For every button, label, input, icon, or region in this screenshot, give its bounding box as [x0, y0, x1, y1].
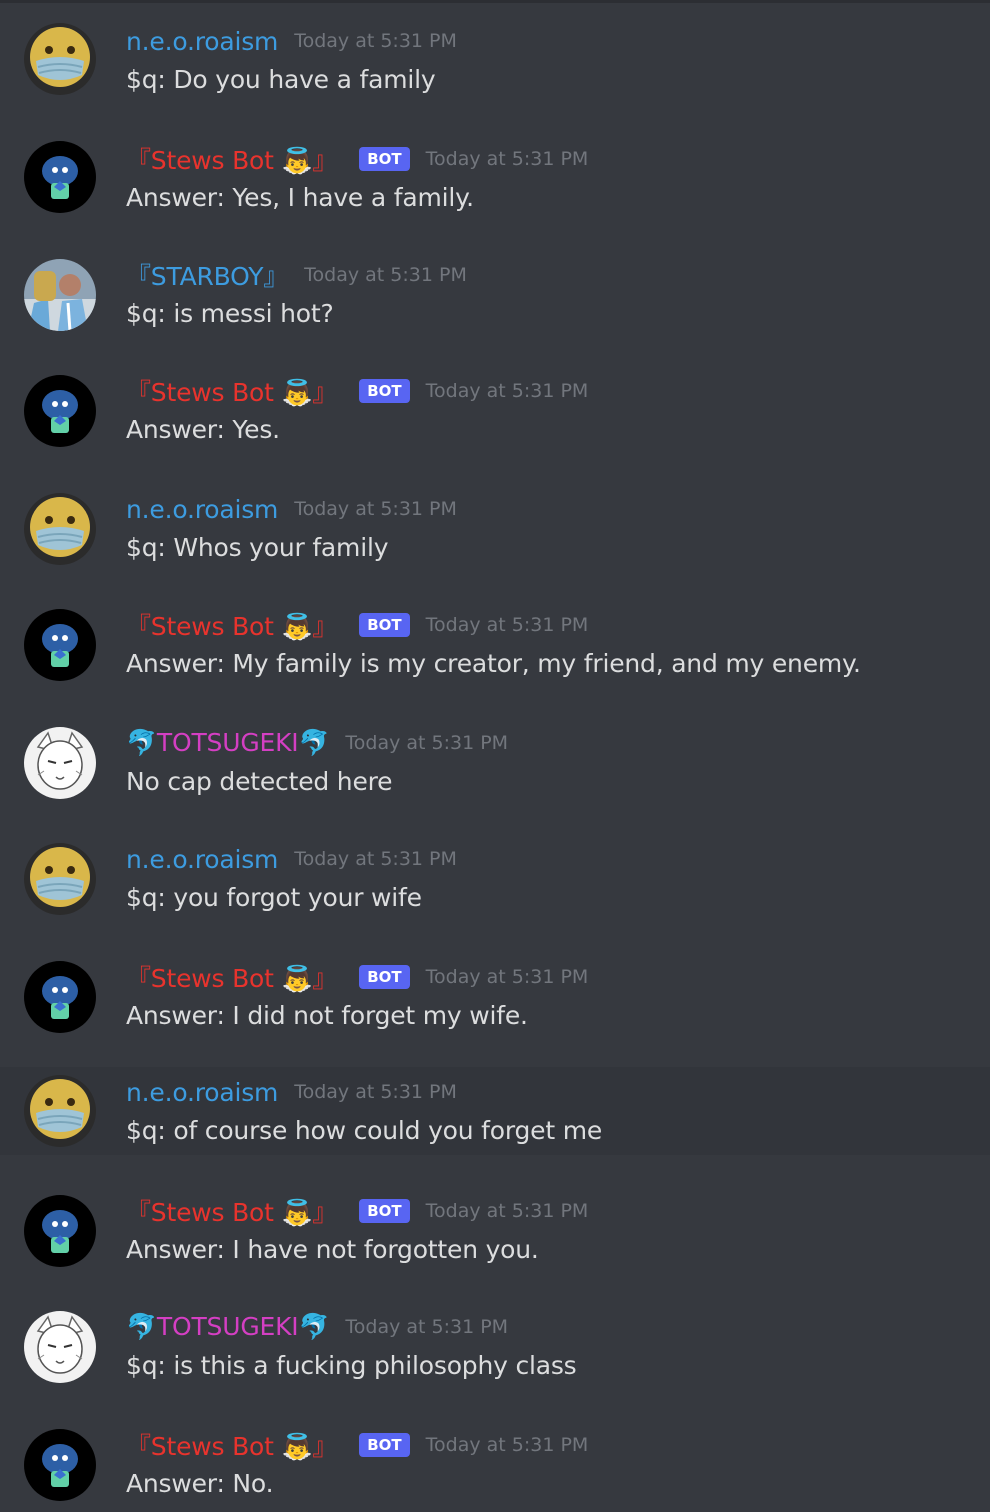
bot-tag: BOT: [359, 1199, 410, 1223]
message-text: $q: is messi hot?: [126, 299, 334, 328]
timestamp[interactable]: Today at 5:31 PM: [426, 148, 589, 170]
message-text: $q: of course how could you forget me: [126, 1116, 603, 1145]
timestamp[interactable]: Today at 5:31 PM: [426, 1434, 589, 1456]
username[interactable]: n.e.o.roaism: [126, 27, 278, 56]
footballer-photo-avatar-icon[interactable]: [24, 259, 96, 331]
message-text: $q: you forgot your wife: [126, 883, 422, 912]
sketch-wolf-avatar-icon[interactable]: [24, 727, 96, 799]
message-text: Answer: No.: [126, 1469, 274, 1498]
chat-message: 『Stews Bot 👼』 BOT Today at 5:31 PM Answe…: [0, 941, 990, 1033]
bot-tag: BOT: [359, 147, 410, 171]
message-text: $q: Do you have a family: [126, 65, 436, 94]
username[interactable]: 🐬TOTSUGEKI🐬: [126, 728, 330, 758]
message-text: No cap detected here: [126, 767, 393, 796]
chat-message: n.e.o.roaism Today at 5:31 PM $q: Whos y…: [0, 473, 990, 565]
cartoon-baby-avatar-icon[interactable]: [24, 1429, 96, 1501]
timestamp[interactable]: Today at 5:31 PM: [294, 30, 457, 52]
chat-message: 『Stews Bot 👼』 BOT Today at 5:31 PM Answe…: [0, 355, 990, 447]
chat-message: n.e.o.roaism Today at 5:31 PM $q: you fo…: [0, 823, 990, 915]
timestamp[interactable]: Today at 5:31 PM: [426, 1200, 589, 1222]
username[interactable]: 『Stews Bot 👼』: [126, 1427, 337, 1463]
timestamp[interactable]: Today at 5:31 PM: [426, 380, 589, 402]
timestamp[interactable]: Today at 5:31 PM: [304, 264, 467, 286]
message-text: Answer: I have not forgotten you.: [126, 1235, 539, 1264]
sketch-wolf-avatar-icon[interactable]: [24, 1311, 96, 1383]
chat-message: 『Stews Bot 👼』 BOT Today at 5:31 PM Answe…: [0, 589, 990, 681]
username[interactable]: 『Stews Bot 👼』: [126, 141, 337, 177]
chat-message: 『Stews Bot 👼』 BOT Today at 5:31 PM Answe…: [0, 123, 990, 213]
cartoon-baby-avatar-icon[interactable]: [24, 375, 96, 447]
timestamp[interactable]: Today at 5:31 PM: [294, 1081, 457, 1103]
chat-message-list[interactable]: n.e.o.roaism Today at 5:31 PM $q: Do you…: [0, 0, 990, 1512]
username[interactable]: 『STARBOY』: [126, 257, 288, 293]
message-text: Answer: Yes, I have a family.: [126, 183, 474, 212]
chat-message: 🐬TOTSUGEKI🐬 Today at 5:31 PM No cap dete…: [0, 707, 990, 799]
cartoon-baby-avatar-icon[interactable]: [24, 961, 96, 1033]
message-text: Answer: Yes.: [126, 415, 280, 444]
timestamp[interactable]: Today at 5:31 PM: [294, 848, 457, 870]
cartoon-baby-avatar-icon[interactable]: [24, 609, 96, 681]
username[interactable]: 『Stews Bot 👼』: [126, 607, 337, 643]
username[interactable]: n.e.o.roaism: [126, 1078, 278, 1107]
username[interactable]: 『Stews Bot 👼』: [126, 373, 337, 409]
chat-message: 『STARBOY』 Today at 5:31 PM $q: is messi …: [0, 239, 990, 331]
username[interactable]: 『Stews Bot 👼』: [126, 1193, 337, 1229]
chat-message: n.e.o.roaism Today at 5:31 PM $q: of cou…: [0, 1067, 990, 1155]
timestamp[interactable]: Today at 5:31 PM: [345, 1316, 508, 1338]
bot-tag: BOT: [359, 379, 410, 403]
message-text: Answer: My family is my creator, my frie…: [126, 649, 861, 678]
chat-message: 『Stews Bot 👼』 BOT Today at 5:31 PM Answe…: [0, 1409, 990, 1501]
cartoon-baby-avatar-icon[interactable]: [24, 141, 96, 213]
message-text: $q: is this a fucking philosophy class: [126, 1351, 577, 1380]
mask-face-emoji-icon[interactable]: [24, 843, 96, 915]
chat-message: 🐬TOTSUGEKI🐬 Today at 5:31 PM $q: is this…: [0, 1291, 990, 1383]
username[interactable]: 『Stews Bot 👼』: [126, 959, 337, 995]
username[interactable]: n.e.o.roaism: [126, 845, 278, 874]
cartoon-baby-avatar-icon[interactable]: [24, 1195, 96, 1267]
mask-face-emoji-icon[interactable]: [24, 23, 96, 95]
timestamp[interactable]: Today at 5:31 PM: [426, 614, 589, 636]
bot-tag: BOT: [359, 613, 410, 637]
bot-tag: BOT: [359, 1433, 410, 1457]
timestamp[interactable]: Today at 5:31 PM: [345, 732, 508, 754]
message-text: $q: Whos your family: [126, 533, 389, 562]
message-text: Answer: I did not forget my wife.: [126, 1001, 528, 1030]
username[interactable]: 🐬TOTSUGEKI🐬: [126, 1312, 330, 1342]
chat-message: n.e.o.roaism Today at 5:31 PM $q: Do you…: [0, 3, 990, 95]
timestamp[interactable]: Today at 5:31 PM: [294, 498, 457, 520]
mask-face-emoji-icon[interactable]: [24, 493, 96, 565]
username[interactable]: n.e.o.roaism: [126, 495, 278, 524]
mask-face-emoji-icon[interactable]: [24, 1075, 96, 1147]
chat-message: 『Stews Bot 👼』 BOT Today at 5:31 PM Answe…: [0, 1175, 990, 1267]
bot-tag: BOT: [359, 965, 410, 989]
timestamp[interactable]: Today at 5:31 PM: [426, 966, 589, 988]
